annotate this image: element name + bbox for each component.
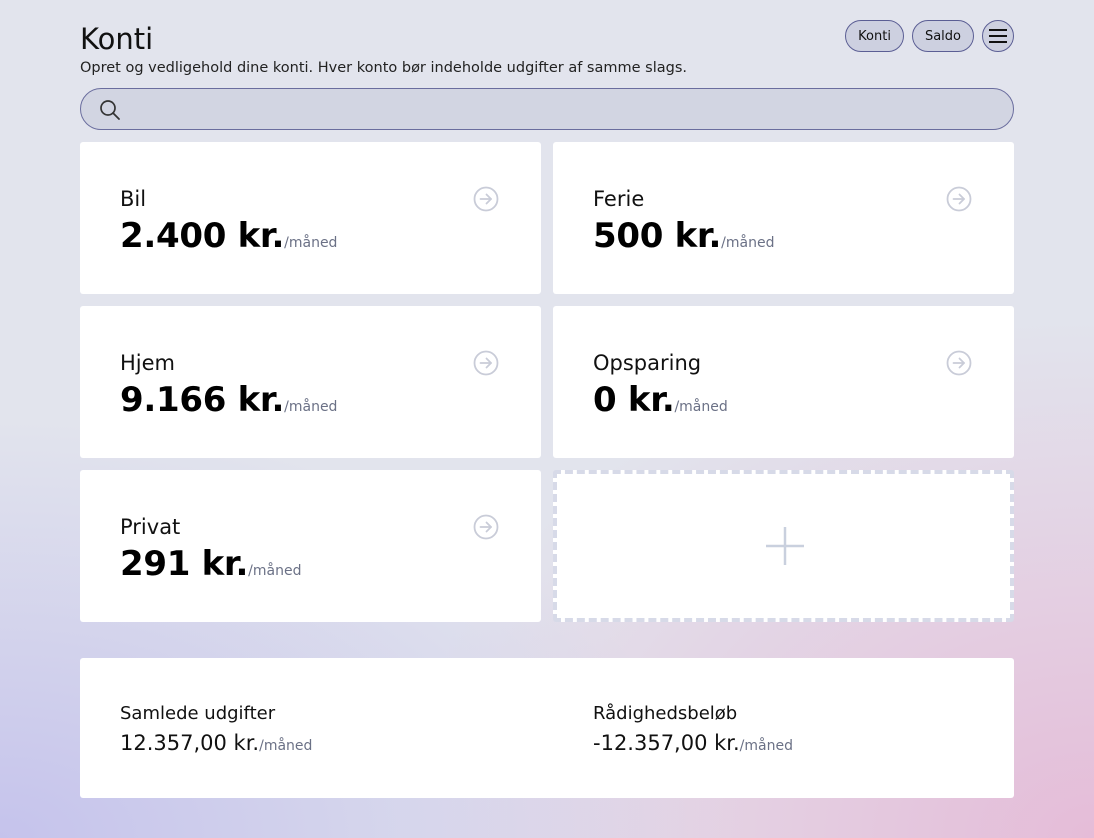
arrow-right-circle-icon[interactable] xyxy=(473,186,499,212)
add-account-button[interactable] xyxy=(553,470,1014,622)
account-amount-row: 0 kr./måned xyxy=(593,380,728,420)
page-header: Konti Opret og vedligehold dine konti. H… xyxy=(80,20,1014,80)
account-amount-row: 500 kr./måned xyxy=(593,216,774,256)
page-subtitle: Opret og vedligehold dine konti. Hver ko… xyxy=(80,60,687,76)
account-card-privat[interactable]: Privat 291 kr./måned xyxy=(80,470,541,622)
nav-konti-button[interactable]: Konti xyxy=(845,20,904,52)
hamburger-menu-icon xyxy=(989,29,1007,43)
account-name: Privat xyxy=(120,515,181,539)
account-card-ferie[interactable]: Ferie 500 kr./måned xyxy=(553,142,1014,294)
plus-icon xyxy=(766,527,804,565)
search-input[interactable] xyxy=(131,89,991,129)
per-month-label: /måned xyxy=(284,399,338,415)
available-amount-label: Rådighedsbeløb xyxy=(593,703,738,724)
per-month-label: /måned xyxy=(259,738,313,754)
account-name: Opsparing xyxy=(593,351,702,375)
account-amount: 2.400 kr. xyxy=(120,216,285,256)
search-icon xyxy=(100,100,120,120)
page-title: Konti xyxy=(80,22,154,56)
summary-panel: Samlede udgifter 12.357,00 kr./måned Råd… xyxy=(80,658,1014,798)
per-month-label: /måned xyxy=(721,235,775,251)
account-amount: 9.166 kr. xyxy=(120,380,285,420)
account-name: Ferie xyxy=(593,187,645,211)
arrow-right-circle-icon[interactable] xyxy=(473,350,499,376)
account-amount-row: 291 kr./måned xyxy=(120,544,301,584)
per-month-label: /måned xyxy=(248,563,302,579)
search-bar xyxy=(80,88,1014,130)
available-amount-row: -12.357,00 kr./måned xyxy=(593,731,793,755)
account-amount-row: 9.166 kr./måned xyxy=(120,380,337,420)
per-month-label: /måned xyxy=(674,399,728,415)
total-expenses-value: 12.357,00 kr. xyxy=(120,731,260,755)
nav-saldo-button[interactable]: Saldo xyxy=(911,20,974,52)
top-nav: Konti Saldo xyxy=(845,20,1014,52)
total-expenses-row: 12.357,00 kr./måned xyxy=(120,731,312,755)
account-amount: 500 kr. xyxy=(593,216,722,256)
arrow-right-circle-icon[interactable] xyxy=(473,514,499,540)
account-amount: 0 kr. xyxy=(593,380,675,420)
arrow-right-circle-icon[interactable] xyxy=(946,186,972,212)
available-amount-value: -12.357,00 kr. xyxy=(593,731,740,755)
account-amount-row: 2.400 kr./måned xyxy=(120,216,337,256)
account-name: Bil xyxy=(120,187,147,211)
menu-button[interactable] xyxy=(982,20,1014,52)
account-name: Hjem xyxy=(120,351,176,375)
account-amount: 291 kr. xyxy=(120,544,249,584)
per-month-label: /måned xyxy=(739,738,793,754)
account-card-opsparing[interactable]: Opsparing 0 kr./måned xyxy=(553,306,1014,458)
account-card-bil[interactable]: Bil 2.400 kr./måned xyxy=(80,142,541,294)
arrow-right-circle-icon[interactable] xyxy=(946,350,972,376)
account-card-hjem[interactable]: Hjem 9.166 kr./måned xyxy=(80,306,541,458)
per-month-label: /måned xyxy=(284,235,338,251)
total-expenses-label: Samlede udgifter xyxy=(120,703,276,724)
